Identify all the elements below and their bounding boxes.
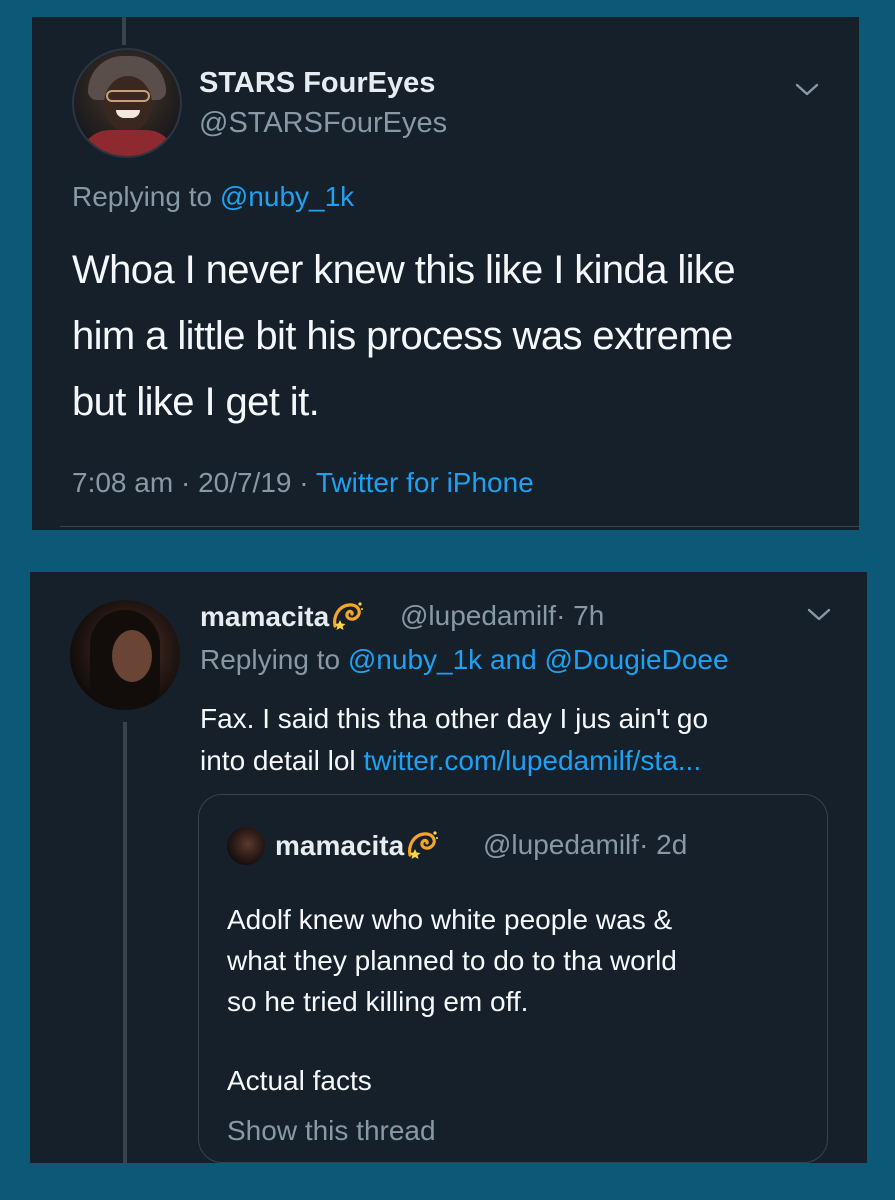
- replying-and: and: [489, 644, 537, 675]
- mention-link[interactable]: @DougieDoee: [544, 644, 728, 675]
- mention-link[interactable]: @nuby_1k: [348, 644, 482, 675]
- quoted-text-line: what they planned to do to tha world: [227, 945, 677, 976]
- user-handle[interactable]: @STARSFourEyes: [199, 107, 447, 140]
- dizzy-emoji-icon: [408, 831, 439, 859]
- thread-line: [123, 722, 127, 1163]
- quoted-display-name-text: mamacita: [275, 830, 405, 861]
- meta-separator: ·: [299, 467, 309, 498]
- tweet-text-line: Fax. I said this tha other day I jus ain…: [200, 703, 709, 734]
- tweet-time: 7:08 am: [72, 467, 174, 498]
- tweet-text-line: but like I get it.: [72, 380, 320, 424]
- replying-to: Replying to @nuby_1k and @DougieDoee: [200, 644, 729, 676]
- quoted-text-line: so he tried killing em off.: [227, 986, 529, 1017]
- display-name-text[interactable]: mamacita: [200, 601, 329, 632]
- quoted-handle-age: @lupedamilf· 2d: [483, 829, 687, 861]
- tweet-text-line: him a little bit his process was extreme: [72, 314, 733, 358]
- tweet-card-main[interactable]: STARS FourEyes @STARSFourEyes Replying t…: [32, 17, 859, 530]
- tweet-text-part: into detail lol: [200, 745, 356, 776]
- tweet-meta: 7:08 am · 20/7/19 · Twitter for iPhone: [72, 467, 534, 499]
- quoted-avatar: [227, 827, 265, 865]
- replying-prefix: Replying to: [200, 644, 341, 675]
- tweet-text-line: Whoa I never knew this like I kinda like: [72, 248, 736, 292]
- avatar[interactable]: [72, 48, 182, 158]
- user-handle-age: @lupedamilf· 7h: [400, 600, 604, 632]
- meta-separator: ·: [180, 467, 191, 498]
- quoted-age: · 2d: [639, 829, 688, 860]
- quoted-text-line: Actual facts: [227, 1065, 372, 1096]
- quoted-text-line: Adolf knew who white people was &: [227, 904, 673, 935]
- thread-line-top: [122, 17, 126, 45]
- dizzy-emoji-icon: [333, 602, 364, 630]
- quoted-handle: @lupedamilf: [483, 829, 640, 860]
- display-name[interactable]: mamacita: [200, 600, 365, 633]
- display-name[interactable]: STARS FourEyes: [199, 67, 435, 100]
- user-handle[interactable]: @lupedamilf: [400, 600, 556, 631]
- tweet-source-link[interactable]: Twitter for iPhone: [316, 467, 534, 498]
- replying-to: Replying to @nuby_1k: [72, 181, 354, 213]
- quoted-display-name: mamacita: [275, 829, 440, 862]
- quoted-tweet[interactable]: mamacita @lupedamilf· 2d Adolf knew who …: [198, 794, 828, 1163]
- tweet-date: 20/7/19: [198, 467, 292, 498]
- chevron-down-icon[interactable]: [794, 81, 820, 99]
- quoted-text: Adolf knew who white people was & what t…: [227, 899, 807, 1022]
- show-thread-link[interactable]: Show this thread: [227, 1115, 436, 1147]
- tweet-age: · 7h: [556, 600, 605, 631]
- mention-link[interactable]: @nuby_1k: [220, 181, 354, 212]
- tweet-card-reply[interactable]: mamacita @lupedamilf· 7h Replying to @nu…: [30, 572, 867, 1163]
- tweet-text-line: into detail lol twitter.com/lupedamilf/s…: [200, 740, 840, 782]
- tweet-text: Whoa I never knew this like I kinda like…: [72, 237, 842, 435]
- chevron-down-icon[interactable]: [806, 606, 832, 624]
- tweet-text: Fax. I said this tha other day I jus ain…: [200, 698, 840, 782]
- avatar[interactable]: [70, 600, 180, 710]
- divider: [60, 526, 859, 527]
- replying-prefix: Replying to: [72, 181, 213, 212]
- url-link[interactable]: twitter.com/lupedamilf/sta...: [363, 745, 701, 776]
